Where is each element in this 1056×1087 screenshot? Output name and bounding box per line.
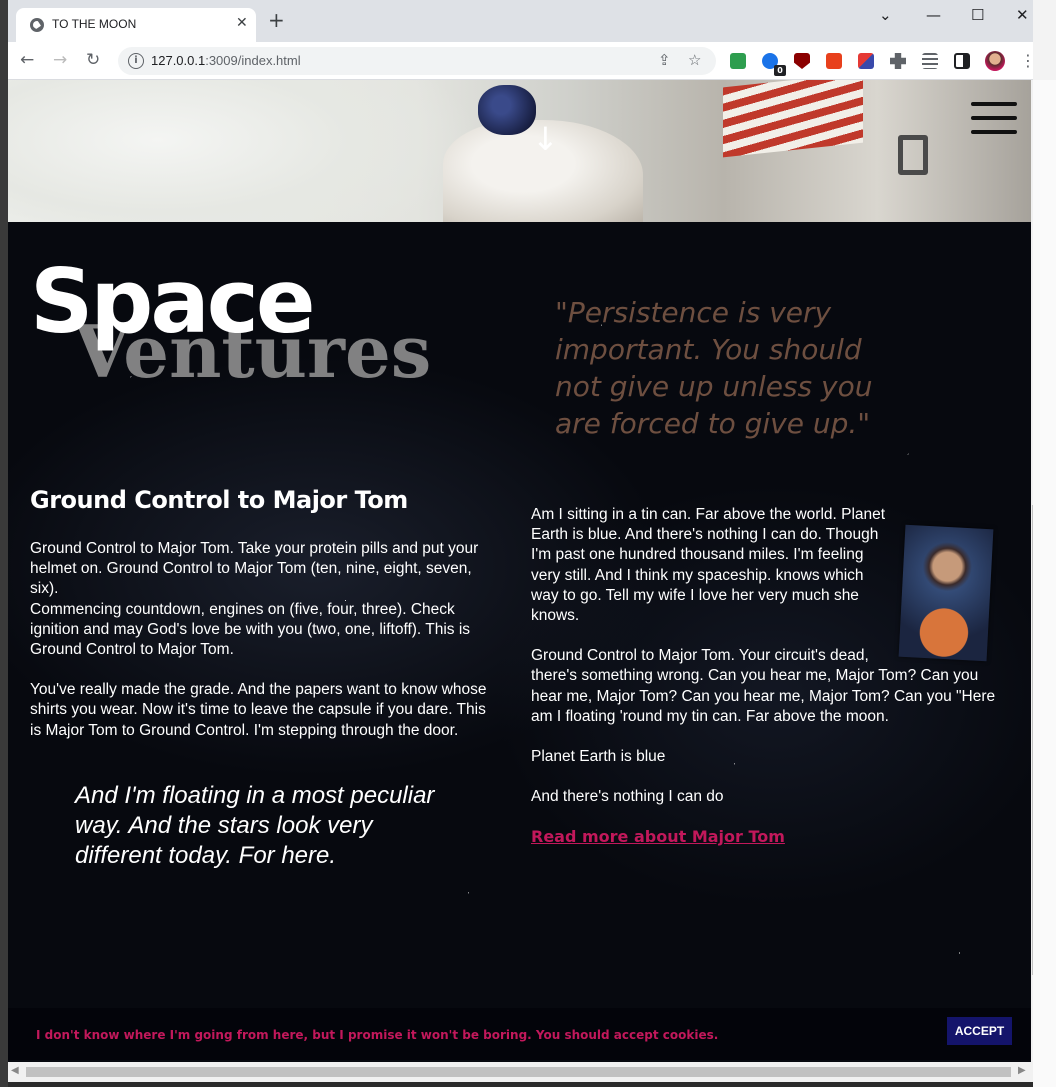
window-close-button[interactable]: ✕ [1016,6,1029,24]
desktop-background-right [1033,0,1056,1087]
hero-image: ↓ [8,80,1031,230]
browser-tab[interactable]: TO THE MOON ✕ [16,8,256,42]
side-panel-icon[interactable] [954,53,970,69]
extension-icon-flag[interactable] [858,53,874,69]
read-more-link[interactable]: Read more about Major Tom [531,827,785,846]
right-column: Am I sitting in a tin can. Far above the… [531,505,996,849]
pull-quote: And I'm floating in a most peculiar way.… [75,782,435,869]
vertical-scroll-thumb[interactable] [1032,505,1033,975]
forward-button[interactable]: → [53,50,67,70]
share-icon[interactable]: ⇪ [658,51,671,69]
extensions-puzzle-icon[interactable] [890,53,906,69]
reload-button[interactable]: ↻ [86,50,100,70]
bookmark-star-icon[interactable]: ☆ [688,51,701,69]
flag-patch [723,80,863,158]
extension-icon-green[interactable] [730,53,746,69]
minimize-button[interactable]: — [926,6,941,24]
desktop-background-left [0,0,8,1087]
vertical-scrollbar[interactable] [1031,80,1033,1082]
scroll-down-arrow-icon[interactable]: ↓ [532,120,559,158]
persistence-quote: "Persistence is very important. You shou… [555,296,873,440]
back-button[interactable]: ← [20,50,34,70]
hamburger-menu-icon[interactable] [971,102,1017,136]
site-info-icon[interactable]: i [128,53,144,69]
maximize-button[interactable]: ☐ [971,6,984,24]
browser-toolbar: ← → ↻ i 127.0.0.1:3009/index.html ⇪ ☆ 0 … [8,42,1033,80]
right-paragraph-3: Planet Earth is blue [531,748,666,766]
horizontal-scroll-thumb[interactable] [26,1067,1011,1077]
extension-icon-orange[interactable] [826,53,842,69]
media-control-icon[interactable] [922,53,938,69]
left-column: Ground Control to Major Tom. Take your p… [30,539,490,761]
suit-strap [898,135,928,175]
url-text: 127.0.0.1:3009/index.html [151,53,301,68]
extension-badge: 0 [774,65,786,76]
cookie-message: I don't know where I'm going from here, … [36,1028,719,1042]
browser-window: TO THE MOON ✕ + ⌄ — ☐ ✕ ← → ↻ i 127.0.0.… [8,0,1033,1082]
right-paragraph-4: And there's nothing I can do [531,788,724,806]
logo-space: Space [30,250,316,353]
address-bar[interactable]: i 127.0.0.1:3009/index.html ⇪ ☆ [118,47,716,75]
ublock-icon[interactable] [794,53,810,69]
content-section: Ventures Space "Persistence is very impo… [8,222,1031,1082]
globe-icon [30,18,44,32]
scroll-right-arrow-icon[interactable]: ▶ [1018,1065,1026,1076]
url-path: :3009/index.html [205,53,301,68]
tab-strip: TO THE MOON ✕ + ⌄ — ☐ ✕ [8,0,1033,42]
tab-close-icon[interactable]: ✕ [236,15,248,31]
profile-avatar[interactable] [985,51,1005,71]
new-tab-button[interactable]: + [268,8,285,32]
tab-search-icon[interactable]: ⌄ [879,6,892,24]
left-paragraph-1: Ground Control to Major Tom. Take your p… [30,540,479,659]
astronaut-glove [478,85,536,135]
url-host: 127.0.0.1 [151,53,206,68]
horizontal-scrollbar[interactable]: ◀ ▶ [8,1062,1031,1082]
left-paragraph-2: You've really made the grade. And the pa… [30,681,487,739]
page-viewport: ↓ Ventures Space "Persistence is very im… [8,80,1031,1082]
scroll-left-arrow-icon[interactable]: ◀ [11,1065,19,1076]
browser-menu-icon[interactable]: ⋮ [1020,51,1033,70]
tab-title: TO THE MOON [52,17,137,31]
major-tom-portrait [898,524,994,662]
cookie-banner: I don't know where I'm going from here, … [8,1008,1031,1060]
right-paragraph-2: Ground Control to Major Tom. Your circui… [531,647,996,725]
accept-cookies-button[interactable]: ACCEPT [947,1017,1012,1045]
article-title: Ground Control to Major Tom [30,486,408,514]
